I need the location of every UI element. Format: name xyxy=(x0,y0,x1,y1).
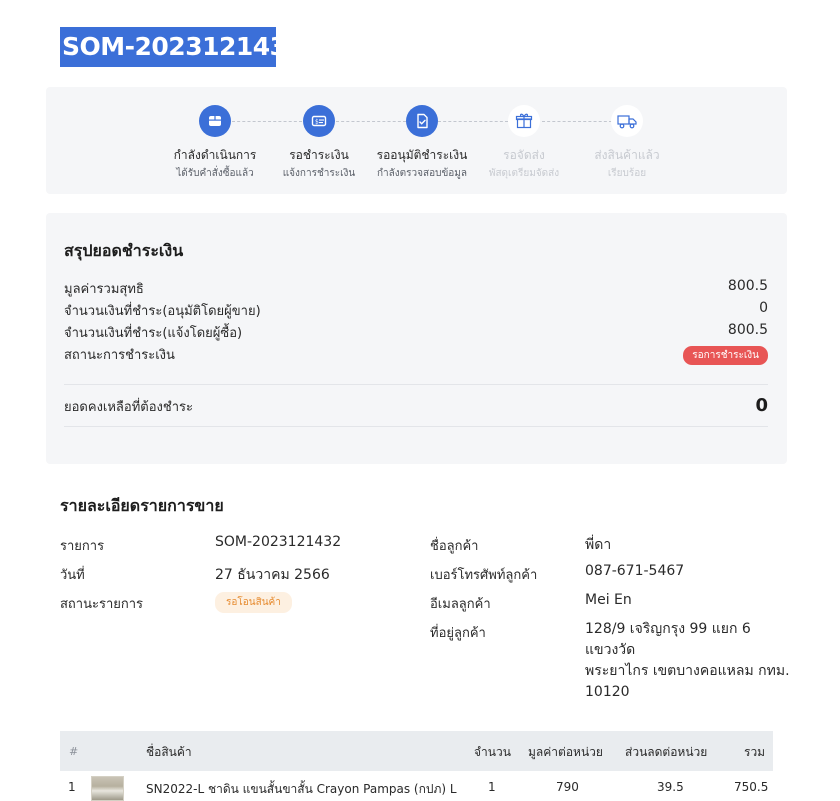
address-line: 128/9 เจริญกรุง 99 แยก 6 xyxy=(585,621,751,637)
paid-buyer-row: จำนวนเงินที่ชำระ(แจ้งโดยผู้ซื้อ) 800.5 xyxy=(64,322,768,342)
step-shipped: ส่งสินค้าแล้ว เรียบร้อย xyxy=(572,105,682,181)
payment-status-row: สถานะการชำระเงิน รอการชำระเงิน xyxy=(64,344,768,365)
order-progress-steps: กำลังดำเนินการ ได้รับคำสั่งซื้อแล้ว $ รอ… xyxy=(46,87,787,194)
paid-seller-row: จำนวนเงินที่ชำระ(อนุมัติโดยผู้ขาย) 0 xyxy=(64,300,768,320)
divider xyxy=(64,426,768,427)
table-row[interactable]: 1 SN2022-L ชาดิน แขนสั้นขาสั้น Crayon Pa… xyxy=(60,771,773,801)
column-header-name: ชื่อสินค้า xyxy=(146,745,192,759)
balance-row: ยอดคงเหลือที่ต้องชำระ 0 xyxy=(64,395,768,419)
customer-email-label: อีเมลลูกค้า xyxy=(430,597,491,612)
paid-seller-value: 0 xyxy=(759,300,768,316)
step-title: รอจัดส่ง xyxy=(503,148,545,162)
order-id-title: SOM-2023121432 xyxy=(60,27,304,67)
step-subtitle: ได้รับคำสั่งซื้อแล้ว xyxy=(176,168,254,179)
product-qty: 1 xyxy=(488,780,496,794)
date-label: วันที่ xyxy=(60,568,85,583)
product-name: SN2022-L ชาดิน แขนสั้นขาสั้น Crayon Pamp… xyxy=(146,782,457,796)
address-line: แขวงวัด xyxy=(585,642,636,658)
step-subtitle: เรียบร้อย xyxy=(607,168,647,179)
step-subtitle: แจ้งการชำระเงิน xyxy=(282,168,356,179)
net-total-label: มูลค่ารวมสุทธิ xyxy=(64,282,144,297)
box-icon xyxy=(199,105,231,137)
customer-address-label: ที่อยู่ลูกค้า xyxy=(430,626,486,641)
product-thumbnail xyxy=(91,776,124,801)
step-processing: กำลังดำเนินการ ได้รับคำสั่งซื้อแล้ว xyxy=(160,105,270,181)
paid-buyer-label: จำนวนเงินที่ชำระ(แจ้งโดยผู้ซื้อ) xyxy=(64,326,243,341)
column-header-total: รวม xyxy=(744,745,766,759)
customer-name-label: ชื่อลูกค้า xyxy=(430,539,479,554)
customer-phone-value: 087-671-5467 xyxy=(585,563,685,579)
balance-label: ยอดคงเหลือที่ต้องชำระ xyxy=(64,400,193,415)
date-value: 27 ธันวาคม 2566 xyxy=(215,567,330,583)
customer-phone-label: เบอร์โทรศัพท์ลูกค้า xyxy=(430,568,538,583)
product-discount: 39.5 xyxy=(657,780,684,794)
payment-icon: $ xyxy=(303,105,335,137)
paid-buyer-value: 800.5 xyxy=(727,322,768,338)
step-awaiting-shipment: รอจัดส่ง พัสดุเตรียมจัดส่ง xyxy=(469,105,579,181)
column-header-index: # xyxy=(69,745,79,758)
row-index: 1 xyxy=(68,780,76,794)
document-check-icon xyxy=(406,105,438,137)
column-header-discount: ส่วนลดต่อหน่วย xyxy=(625,745,708,759)
customer-name-value: พี่ดา xyxy=(585,537,612,553)
payment-summary-card: สรุปยอดชำระเงิน มูลค่ารวมสุทธิ 800.5 จำน… xyxy=(46,213,787,464)
paid-seller-label: จำนวนเงินที่ชำระ(อนุมัติโดยผู้ขาย) xyxy=(64,304,261,319)
step-title: ส่งสินค้าแล้ว xyxy=(594,148,660,162)
step-subtitle: กำลังตรวจสอบข้อมูล xyxy=(376,168,468,179)
gift-box-icon xyxy=(508,105,540,137)
divider xyxy=(64,384,768,385)
payment-status-label: สถานะการชำระเงิน xyxy=(64,348,175,363)
svg-text:$: $ xyxy=(315,119,319,126)
net-total-row: มูลค่ารวมสุทธิ 800.5 xyxy=(64,278,768,298)
column-header-qty: จำนวน xyxy=(474,745,511,759)
truck-icon xyxy=(611,105,643,137)
step-awaiting-payment: $ รอชำระเงิน แจ้งการชำระเงิน xyxy=(264,105,374,181)
balance-value: 0 xyxy=(755,395,768,416)
products-table-header: # ชื่อสินค้า จำนวน มูลค่าต่อหน่วย ส่วนลด… xyxy=(60,731,773,771)
payment-status-badge: รอการชำระเงิน xyxy=(683,346,768,365)
step-subtitle: พัสดุเตรียมจัดส่ง xyxy=(488,168,560,179)
step-awaiting-approval: รออนุมัติชำระเงิน กำลังตรวจสอบข้อมูล xyxy=(367,105,477,181)
customer-email-value: Mei En xyxy=(585,592,632,608)
column-header-unit-price: มูลค่าต่อหน่วย xyxy=(528,745,603,759)
order-value: SOM-2023121432 xyxy=(215,534,342,550)
net-total-value: 800.5 xyxy=(727,278,768,294)
payment-summary-title: สรุปยอดชำระเงิน xyxy=(64,241,184,260)
order-status-badge: รอโอนสินค้า xyxy=(215,592,292,613)
address-line: 10120 xyxy=(585,684,630,700)
step-title: รออนุมัติชำระเงิน xyxy=(376,148,468,162)
order-status-label: สถานะรายการ xyxy=(60,597,144,612)
product-unit-price: 790 xyxy=(556,780,579,794)
order-label: รายการ xyxy=(60,539,105,554)
address-line: พระยาไกร เขตบางคอแหลม กทม. xyxy=(585,663,790,679)
sales-details-title: รายละเอียดรายการขาย xyxy=(60,496,224,515)
step-title: กำลังดำเนินการ xyxy=(173,148,257,162)
product-total: 750.5 xyxy=(734,780,769,794)
step-title: รอชำระเงิน xyxy=(289,148,349,162)
customer-address-value: 128/9 เจริญกรุง 99 แยก 6 แขวงวัด พระยาไก… xyxy=(585,619,790,703)
